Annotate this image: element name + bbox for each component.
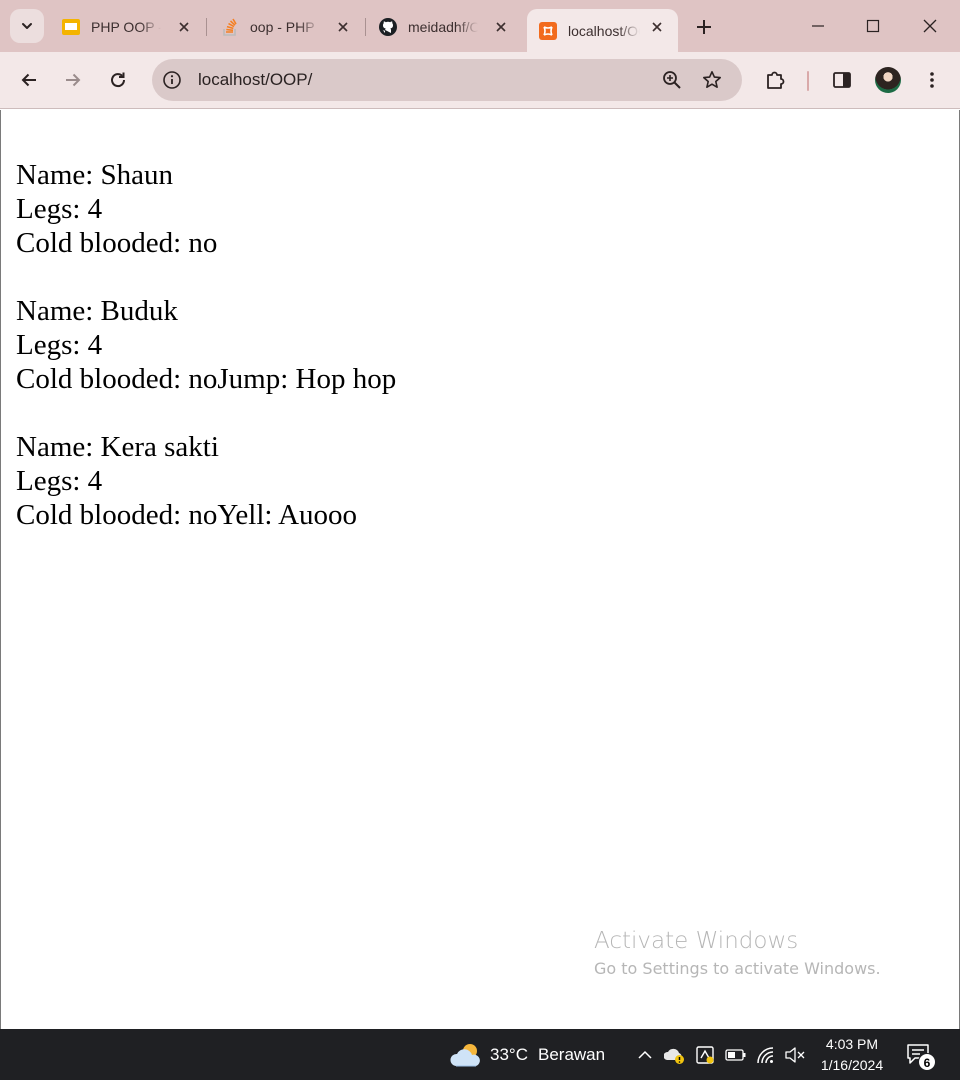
tab-title: PHP OOP - Object Oriented Programming (91, 19, 161, 35)
tab-strip: PHP OOP - Object Oriented Programming oo… (0, 0, 960, 52)
volume-muted-icon[interactable] (784, 1044, 806, 1066)
new-tab-button[interactable] (690, 13, 718, 41)
taskbar-clock[interactable]: 4:03 PM 1/16/2024 (812, 1034, 892, 1076)
github-icon (379, 18, 397, 36)
tab-github[interactable]: meidadhf/OOP (367, 9, 522, 45)
animal-name-line: Name: Shaun (16, 159, 174, 191)
weather-temperature: 33°C (490, 1045, 528, 1064)
maximize-button[interactable] (850, 10, 896, 42)
extensions-button[interactable] (760, 64, 792, 96)
close-window-button[interactable] (907, 10, 953, 42)
clock-date: 1/16/2024 (820, 1057, 884, 1073)
animal-name-line: Name: Buduk (16, 295, 178, 327)
watermark-title: Activate Windows (594, 928, 799, 954)
slides-icon (62, 18, 80, 36)
profile-avatar[interactable] (875, 67, 901, 93)
tab-separator (365, 18, 366, 36)
arrow-left-icon (21, 73, 36, 87)
reload-button[interactable] (102, 64, 134, 96)
windows-taskbar: 33°C Berawan 4:03 PM 1/16/2024 6 (0, 1029, 960, 1080)
clock-time: 4:03 PM (825, 1036, 879, 1052)
address-bar[interactable]: localhost/OOP/ (152, 59, 742, 101)
onedrive-warning-icon[interactable] (664, 1044, 686, 1066)
animal-cold-blooded-line: Cold blooded: no (16, 227, 218, 259)
stackoverflow-icon (221, 18, 239, 36)
weather-condition: Berawan (537, 1045, 606, 1064)
close-icon[interactable] (175, 18, 193, 36)
side-panel-icon (833, 72, 851, 88)
tab-title: meidadhf/OOP (408, 19, 478, 35)
close-icon[interactable] (334, 18, 352, 36)
animal-name-line: Name: Kera sakti (16, 431, 219, 463)
maximize-icon (866, 19, 880, 33)
battery-icon[interactable] (725, 1044, 747, 1066)
browser-toolbar: localhost/OOP/ (0, 52, 960, 109)
zoom-icon[interactable] (660, 68, 684, 92)
minimize-icon (812, 25, 824, 27)
menu-button[interactable] (916, 64, 948, 96)
address-url[interactable]: localhost/OOP/ (198, 70, 312, 90)
side-panel-button[interactable] (826, 64, 858, 96)
chevron-down-icon (22, 23, 32, 29)
more-vertical-icon (930, 72, 934, 88)
animal-cold-blooded-line: Cold blooded: noJump: Hop hop (16, 363, 397, 395)
back-button[interactable] (13, 64, 45, 96)
bookmark-star-icon[interactable] (700, 68, 724, 92)
tab-title: oop - PHP (250, 19, 315, 35)
wifi-icon[interactable] (755, 1044, 777, 1066)
weather-widget[interactable]: 33°C Berawan (490, 1045, 605, 1065)
minimize-button[interactable] (795, 10, 841, 42)
show-hidden-icons-button[interactable] (634, 1044, 656, 1066)
close-icon[interactable] (648, 18, 666, 36)
watermark-subtitle: Go to Settings to activate Windows. (594, 959, 881, 978)
tab-oop-php[interactable]: oop - PHP (209, 9, 364, 45)
activate-windows-watermark: Activate Windows Go to Settings to activ… (594, 926, 881, 981)
tab-localhost[interactable]: localhost/OOP/ (527, 9, 678, 52)
tab-search-button[interactable] (10, 9, 44, 43)
site-info-icon[interactable] (160, 68, 184, 92)
toolbar-separator (807, 71, 809, 91)
reload-icon (111, 72, 126, 88)
animal-legs-line: Legs: 4 (16, 193, 103, 225)
close-icon (923, 19, 937, 33)
forward-button[interactable] (57, 64, 89, 96)
puzzle-icon (767, 71, 785, 89)
tab-separator (206, 18, 207, 36)
animal-legs-line: Legs: 4 (16, 465, 103, 497)
notification-center-button[interactable]: 6 (906, 1043, 936, 1071)
animal-legs-line: Legs: 4 (16, 329, 103, 361)
php-output: Name: Shaun Legs: 4 Cold blooded: no Nam… (16, 158, 396, 532)
animal-cold-blooded-line: Cold blooded: noYell: Auooo (16, 499, 358, 531)
page-content: Name: Shaun Legs: 4 Cold blooded: no Nam… (0, 110, 960, 1029)
xampp-icon (539, 21, 557, 40)
tab-php-oop[interactable]: PHP OOP - Object Oriented Programming (50, 9, 205, 45)
chevron-up-icon (638, 1050, 652, 1059)
cloud-sun-icon[interactable] (449, 1041, 483, 1069)
tab-title: localhost/OOP/ (568, 22, 640, 39)
plus-icon (697, 20, 711, 34)
notification-count-badge: 6 (918, 1053, 936, 1071)
close-icon[interactable] (492, 18, 510, 36)
arrow-right-icon (66, 73, 81, 87)
security-icon[interactable] (694, 1044, 716, 1066)
